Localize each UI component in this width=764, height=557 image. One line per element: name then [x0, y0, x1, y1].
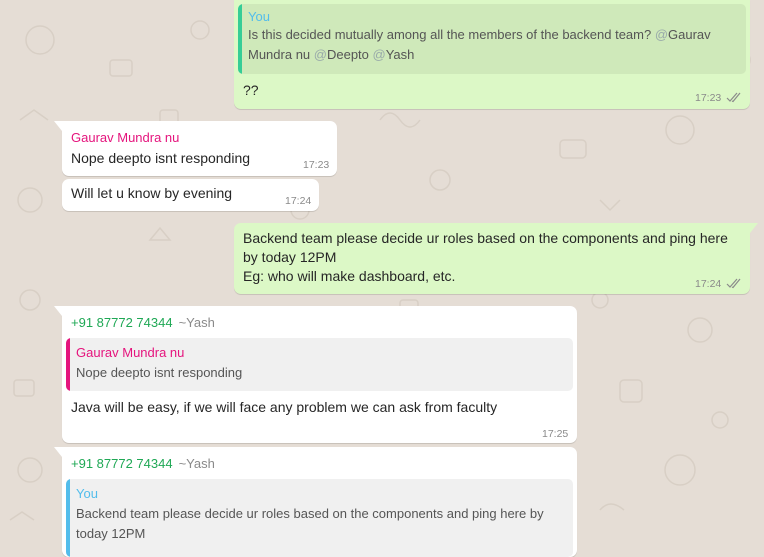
read-ticks-icon	[726, 92, 741, 103]
message-bubble-incoming[interactable]: Will let u know by evening 17:24	[62, 179, 319, 211]
message-bubble-outgoing[interactable]: Backend team please decide ur roles base…	[234, 223, 758, 294]
message-bubble-incoming[interactable]: +91 87772 74344 ~Yash Gaurav Mundra nu No…	[54, 306, 577, 443]
quote-text: Is this decided mutually among all the m…	[248, 27, 711, 62]
message-time: 17:23	[695, 92, 722, 104]
message-bubble-incoming[interactable]: Gaurav Mundra nu Nope deepto isnt respon…	[54, 121, 337, 176]
sender-header[interactable]: +91 87772 74344 ~Yash	[71, 315, 215, 330]
message-time: 17:25	[542, 428, 569, 440]
quote-text: Nope deepto isnt responding	[76, 365, 243, 380]
sender-phone: +91 87772 74344	[71, 456, 173, 471]
message-text: Nope deepto isnt responding	[71, 150, 251, 166]
message-bubble-outgoing[interactable]: You Is this decided mutually among all t…	[234, 0, 750, 109]
quote-author: You	[248, 9, 270, 24]
sender-phone: +91 87772 74344	[71, 315, 173, 330]
sender-alias: ~Yash	[178, 315, 215, 330]
quote-author: You	[76, 486, 98, 501]
quoted-message[interactable]: Gaurav Mundra nu Nope deepto isnt respon…	[66, 338, 573, 391]
quoted-message[interactable]: You Is this decided mutually among all t…	[238, 4, 746, 74]
message-time: 17:24	[285, 195, 312, 207]
sender-alias: ~Yash	[178, 456, 215, 471]
quote-author: Gaurav Mundra nu	[76, 345, 185, 360]
quoted-message[interactable]: You Backend team please decide ur roles …	[66, 479, 573, 557]
sender-name[interactable]: Gaurav Mundra nu	[71, 130, 179, 145]
message-text: Will let u know by evening	[71, 185, 233, 201]
message-text: Java will be easy, if we will face any p…	[71, 399, 498, 415]
message-time: 17:24	[695, 278, 722, 290]
message-text: ??	[243, 82, 259, 98]
read-ticks-icon	[726, 278, 741, 289]
sender-header[interactable]: +91 87772 74344 ~Yash	[71, 456, 215, 471]
message-time: 17:23	[303, 159, 330, 171]
message-text: Backend team please decide ur roles base…	[243, 230, 728, 284]
quote-text: Backend team please decide ur roles base…	[76, 506, 544, 541]
message-bubble-incoming[interactable]: +91 87772 74344 ~Yash You Backend team pl…	[54, 447, 577, 557]
